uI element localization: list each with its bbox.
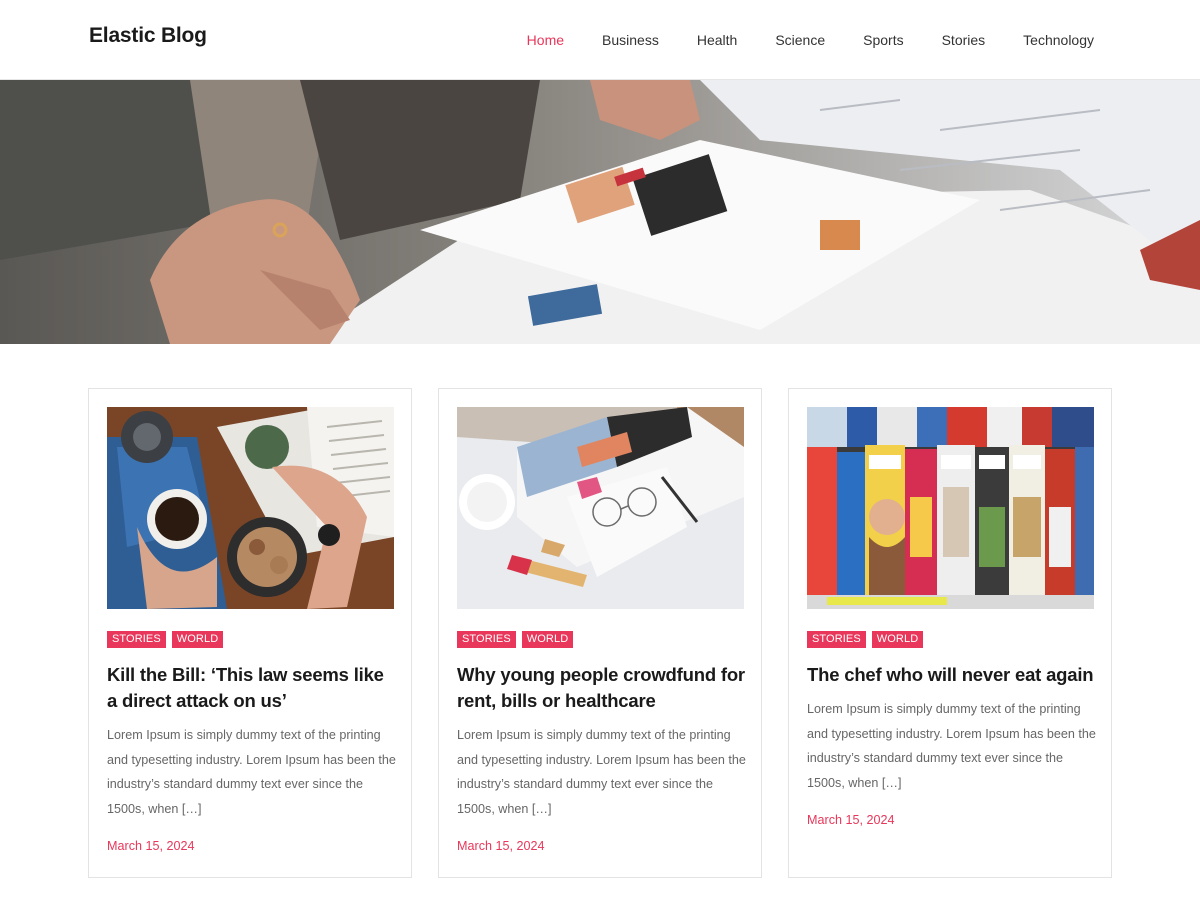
category-tag[interactable]: World — [171, 631, 224, 648]
category-tag[interactable]: Stories — [457, 631, 516, 648]
post-thumbnail[interactable] — [457, 407, 744, 609]
magazine-rack-illustration — [807, 407, 1094, 609]
nav-item-science[interactable]: Science — [775, 31, 825, 49]
post-card: Stories World Kill the Bill: ‘This law s… — [88, 388, 412, 878]
nav-item-stories[interactable]: Stories — [942, 31, 986, 49]
post-date[interactable]: March 15, 2024 — [107, 839, 195, 853]
post-title[interactable]: The chef who will never eat again — [807, 662, 1095, 688]
post-title[interactable]: Why young people crowdfund for rent, bil… — [457, 662, 745, 714]
magazines-lipstick-illustration — [457, 407, 744, 609]
post-date[interactable]: March 15, 2024 — [457, 839, 545, 853]
post-card: Stories World The chef who will never ea… — [788, 388, 1112, 878]
nav-item-home[interactable]: Home — [527, 31, 564, 49]
site-header: Elastic Blog Home Business Health Scienc… — [0, 0, 1200, 80]
hero-banner-image — [0, 80, 1200, 344]
nav-item-technology[interactable]: Technology — [1023, 31, 1094, 49]
category-tag[interactable]: Stories — [807, 631, 866, 648]
post-grid: Stories World Kill the Bill: ‘This law s… — [88, 388, 1112, 878]
post-thumbnail[interactable] — [107, 407, 394, 609]
post-card: Stories World Why young people crowdfund… — [438, 388, 762, 878]
site-title[interactable]: Elastic Blog — [89, 24, 207, 48]
nav-item-health[interactable]: Health — [697, 31, 737, 49]
category-tag[interactable]: World — [871, 631, 924, 648]
post-categories: Stories World — [107, 631, 229, 648]
hero-illustration — [0, 80, 1200, 344]
post-date[interactable]: March 15, 2024 — [807, 813, 895, 827]
nav-item-business[interactable]: Business — [602, 31, 659, 49]
main-nav: Home Business Health Science Sports Stor… — [527, 31, 1094, 49]
post-title[interactable]: Kill the Bill: ‘This law seems like a di… — [107, 662, 395, 714]
post-thumbnail[interactable] — [807, 407, 1094, 609]
coffee-magazine-illustration — [107, 407, 394, 609]
post-categories: Stories World — [807, 631, 929, 648]
category-tag[interactable]: Stories — [107, 631, 166, 648]
post-excerpt: Lorem Ipsum is simply dummy text of the … — [107, 728, 396, 817]
post-excerpt: Lorem Ipsum is simply dummy text of the … — [457, 728, 746, 817]
nav-item-sports[interactable]: Sports — [863, 31, 903, 49]
post-categories: Stories World — [457, 631, 579, 648]
category-tag[interactable]: World — [521, 631, 574, 648]
post-excerpt: Lorem Ipsum is simply dummy text of the … — [807, 702, 1096, 791]
